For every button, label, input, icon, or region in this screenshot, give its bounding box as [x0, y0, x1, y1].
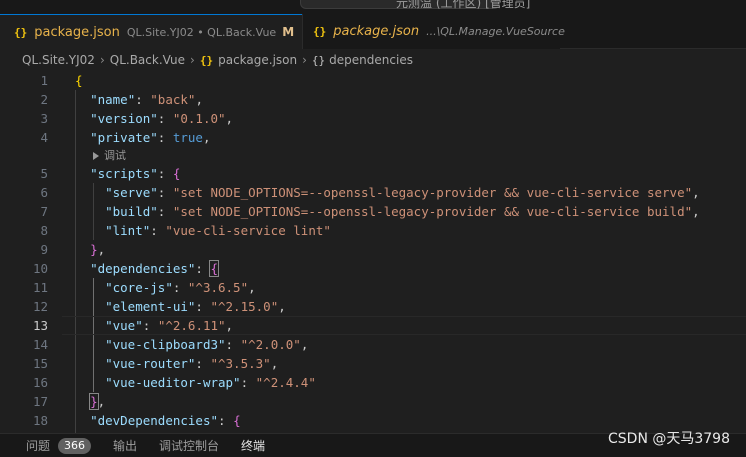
window-title: 元测温 (工作区) [管理员]: [396, 0, 531, 10]
code-line-current: 13 "vue": "^2.6.11",: [0, 316, 746, 335]
line-number: 3: [40, 111, 48, 126]
code-line: 16 "vue-ueditor-wrap": "^2.4.4": [0, 373, 746, 392]
code-line: 5 "scripts": {: [0, 164, 746, 183]
line-number: 11: [32, 280, 48, 295]
codelens-row: 调试: [0, 147, 746, 164]
line-number: 12: [32, 299, 48, 314]
line-number: 15: [32, 356, 48, 371]
json-file-icon: {}: [313, 25, 327, 38]
code-line: 15 "vue-router": "^3.5.3",: [0, 354, 746, 373]
code-line: 3 "version": "0.1.0",: [0, 109, 746, 128]
line-number: 13: [32, 318, 48, 333]
line-number: 9: [40, 242, 48, 257]
chevron-right-icon: ›: [302, 53, 307, 67]
code-line: 17 },: [0, 392, 746, 411]
json-file-icon: {}: [199, 53, 214, 67]
tab-problems[interactable]: 问题 366: [26, 434, 92, 457]
tab-terminal[interactable]: 终端: [241, 434, 265, 457]
modified-indicator: M: [282, 25, 295, 39]
line-number: 1: [40, 73, 48, 88]
window-title-strip: 元测温 (工作区) [管理员]: [0, 0, 746, 14]
code-line: 11 "core-js": "^3.6.5",: [0, 278, 746, 297]
code-line: 6 "serve": "set NODE_OPTIONS=--openssl-l…: [0, 183, 746, 202]
chevron-right-icon: ›: [99, 53, 105, 67]
line-number: 16: [32, 375, 48, 390]
tab-debug-console[interactable]: 调试控制台: [159, 434, 219, 457]
object-symbol-icon: {}: [311, 53, 326, 67]
line-number: 7: [40, 204, 48, 219]
line-number: 2: [40, 92, 48, 107]
breadcrumb-item-project[interactable]: QL.Back.Vue: [110, 53, 185, 67]
tab-description: QL.Site.YJ02 • QL.Back.Vue: [126, 25, 277, 39]
tab-filename: package.json: [333, 24, 420, 39]
line-number: 10: [32, 261, 48, 276]
json-file-icon: {}: [14, 25, 28, 39]
line-number: 5: [40, 166, 48, 181]
breadcrumb-item-file[interactable]: package.json: [218, 53, 297, 67]
code-editor[interactable]: 1 { 2 "name": "back", 3 "version": "0.1.…: [0, 71, 746, 433]
line-number: 6: [40, 185, 48, 200]
code-line: 1 {: [0, 71, 746, 90]
tab-package-json-preview[interactable]: {} package.json ...\QL.Manage.VueSource: [302, 14, 565, 49]
tab-package-json-active[interactable]: {} package.json QL.Site.YJ02 • QL.Back.V…: [0, 14, 314, 49]
code-line: 2 "name": "back",: [0, 90, 746, 109]
code-line: 4 "private": true,: [0, 128, 746, 147]
editor-tab-bar: {} package.json QL.Site.YJ02 • QL.Back.V…: [0, 14, 746, 49]
chevron-right-icon: ›: [190, 53, 195, 67]
code-line: 10 "dependencies": {: [0, 259, 746, 278]
breadcrumb-item-symbol[interactable]: dependencies: [329, 53, 413, 67]
watermark: CSDN @天马3798: [608, 431, 730, 447]
tab-output[interactable]: 输出: [113, 434, 137, 457]
line-number: 17: [32, 394, 48, 409]
matched-bracket: {: [209, 260, 219, 277]
debug-codelens[interactable]: 调试: [93, 147, 126, 164]
tab-filename: package.json: [34, 24, 120, 40]
tab-description: ...\QL.Manage.VueSource: [426, 25, 565, 38]
breadcrumb-item-folder[interactable]: QL.Site.YJ02: [22, 53, 95, 67]
line-number: 14: [32, 337, 48, 352]
line-number: 18: [32, 413, 48, 428]
code-line: 9 },: [0, 240, 746, 259]
code-line: 7 "build": "set NODE_OPTIONS=--openssl-l…: [0, 202, 746, 221]
play-icon: [93, 151, 99, 160]
line-number: 8: [40, 223, 48, 238]
code-line: 8 "lint": "vue-cli-service lint": [0, 221, 746, 240]
code-lines: 1 { 2 "name": "back", 3 "version": "0.1.…: [0, 71, 746, 430]
line-number: 4: [40, 130, 48, 145]
matched-bracket: }: [89, 393, 99, 410]
code-line: 14 "vue-clipboard3": "^2.0.0",: [0, 335, 746, 354]
problems-count-badge: 366: [58, 437, 92, 454]
code-line: 12 "element-ui": "^2.15.0",: [0, 297, 746, 316]
breadcrumb: QL.Site.YJ02 › QL.Back.Vue › {} package.…: [0, 49, 746, 71]
